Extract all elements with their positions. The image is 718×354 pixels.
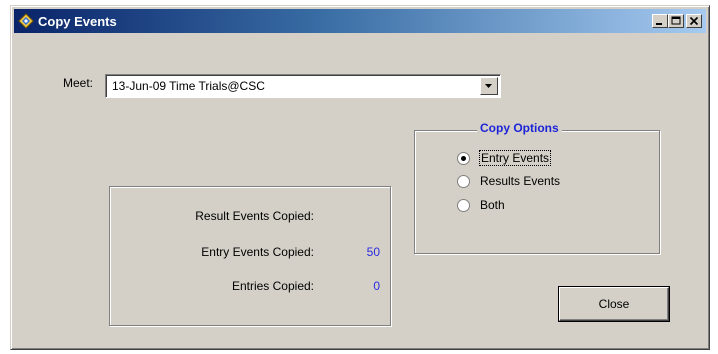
maximize-button[interactable] — [668, 14, 684, 28]
close-window-button[interactable] — [686, 14, 702, 28]
radio-unchecked-icon[interactable] — [457, 175, 470, 188]
meet-label: Meet: — [63, 76, 94, 90]
meet-dropdown[interactable]: 13-Jun-09 Time Trials@CSC — [105, 74, 501, 98]
maximize-icon — [671, 16, 681, 25]
entries-copied-label: Entries Copied: — [231, 279, 314, 293]
chevron-down-icon — [485, 84, 492, 88]
entry-events-copied-label: Entry Events Copied: — [201, 245, 314, 259]
entries-copied-value: 0 — [373, 279, 380, 293]
radio-label: Results Events — [480, 174, 561, 188]
minimize-icon — [656, 23, 662, 25]
copy-events-window: Copy Events Meet: 13-Jun-09 Time Trials@… — [10, 5, 710, 350]
meet-selected-value: 13-Jun-09 Time Trials@CSC — [112, 79, 265, 93]
entry-events-copied-value: 50 — [366, 245, 380, 259]
radio-label: Entry Events — [478, 150, 552, 166]
result-events-copied-label: Result Events Copied: — [195, 209, 314, 223]
app-icon — [18, 13, 34, 29]
window-title: Copy Events — [38, 14, 117, 29]
close-icon — [689, 16, 699, 26]
minimize-button[interactable] — [652, 14, 668, 28]
copy-options-group — [414, 130, 660, 254]
radio-label: Both — [480, 198, 505, 212]
radio-checked-icon[interactable] — [457, 152, 470, 165]
copy-options-title: Copy Options — [477, 121, 562, 135]
close-button[interactable]: Close — [559, 287, 669, 321]
title-bar[interactable]: Copy Events — [14, 9, 706, 33]
radio-unchecked-icon[interactable] — [457, 199, 470, 212]
dropdown-button[interactable] — [480, 77, 498, 95]
